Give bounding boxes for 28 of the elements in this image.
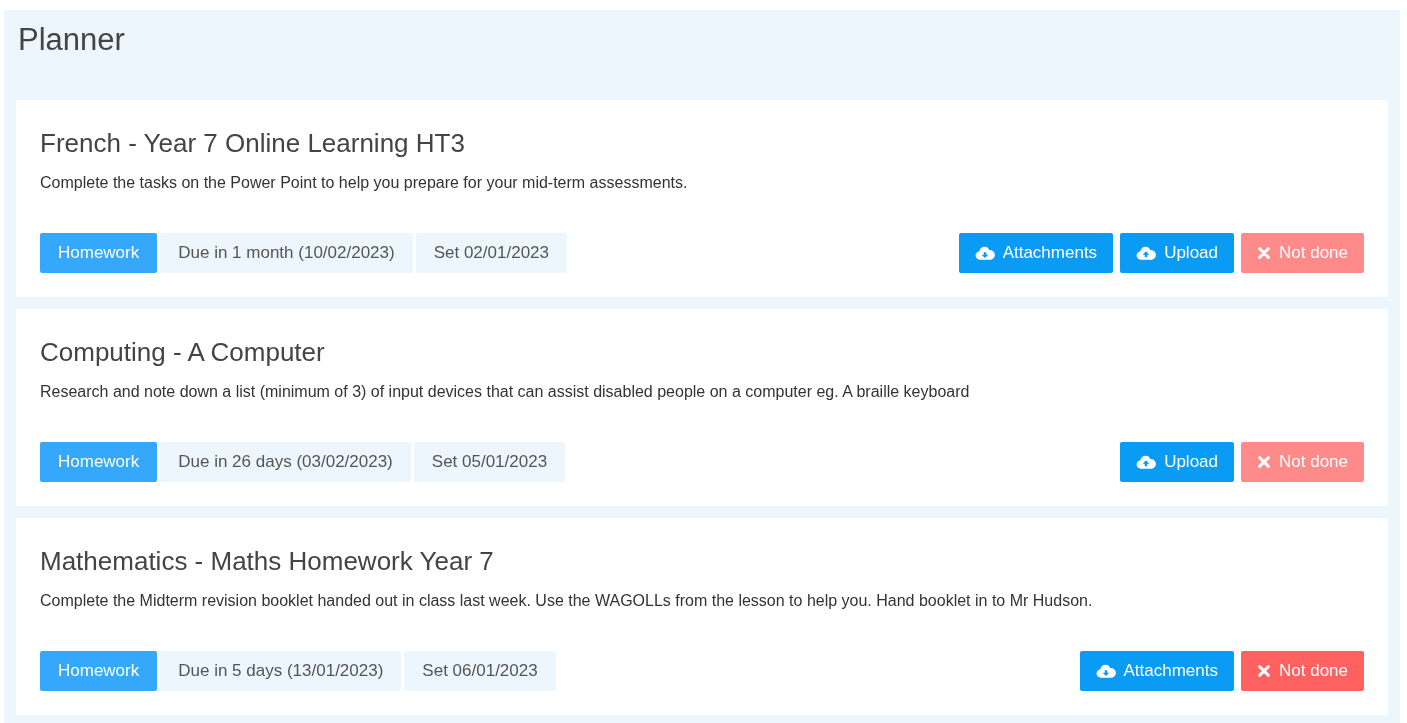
close-icon — [1257, 455, 1271, 469]
set-date-tag: Set 02/01/2023 — [415, 233, 567, 273]
task-title: Computing - A Computer — [40, 336, 325, 369]
upload-button[interactable]: Upload — [1120, 233, 1234, 273]
task-description: Complete the tasks on the Power Point to help you prepare for your mid-term assessments. — [40, 174, 688, 192]
due-date-tag: Due in 5 days (13/01/2023) — [160, 651, 402, 691]
set-date-tag: Set 05/01/2023 — [413, 442, 566, 482]
due-date-tag: Due in 1 month (10/02/2023) — [160, 233, 413, 273]
attachments-button[interactable]: Attachments — [1079, 651, 1234, 691]
type-tag: Homework — [40, 442, 158, 482]
task-description: Research and note down a list (minimum of 3) of input devices that can assist disabled people on a computer eg. A braille keyboard — [40, 383, 970, 401]
not-done-button[interactable]: Not done — [1241, 651, 1364, 691]
task-title: Mathematics - Maths Homework Year 7 — [40, 545, 494, 578]
task-description: Complete the Midterm revision booklet handed out in class last week. Use the WAGOLLs from the lesson to help you. Hand booklet in to Mr Hudson. — [40, 592, 1093, 610]
cloud-download-icon — [974, 245, 995, 261]
upload-button[interactable]: Upload — [1120, 442, 1234, 482]
cloud-upload-icon — [1136, 454, 1157, 470]
due-date-tag: Due in 26 days (03/02/2023) — [160, 442, 411, 482]
close-icon — [1257, 664, 1271, 678]
cloud-upload-icon — [1136, 245, 1157, 261]
task-title: French - Year 7 Online Learning HT3 — [40, 127, 465, 160]
type-tag: Homework — [40, 651, 158, 691]
type-tag: Homework — [40, 233, 158, 273]
set-date-tag: Set 06/01/2023 — [404, 651, 556, 691]
close-icon — [1257, 246, 1271, 260]
page-title: Planner — [18, 21, 126, 59]
attachments-button[interactable]: Attachments — [958, 233, 1114, 273]
cloud-download-icon — [1095, 663, 1116, 679]
